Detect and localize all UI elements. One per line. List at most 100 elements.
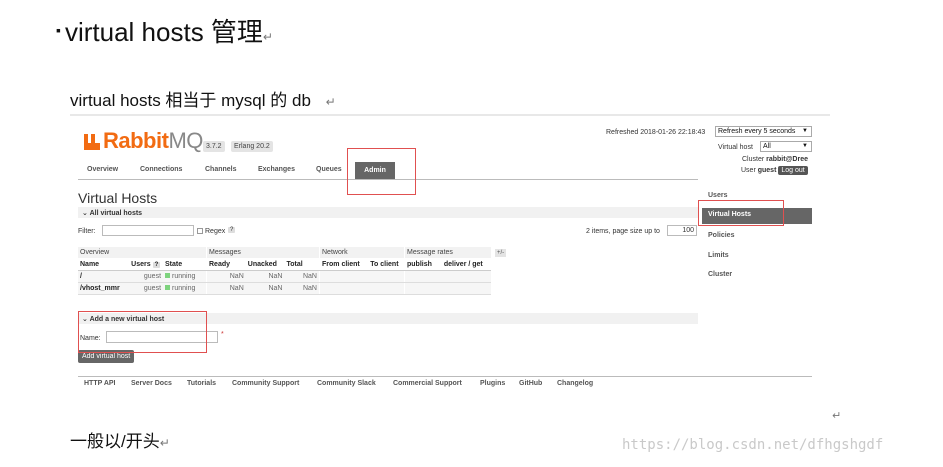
vhost-deliver-get: [441, 282, 491, 295]
footer-link-server-docs[interactable]: Server Docs: [131, 380, 172, 387]
rabbitmq-logo: RabbitMQ.: [84, 128, 209, 154]
col-unacked[interactable]: Unacked: [245, 258, 285, 271]
status-badge: [165, 273, 171, 278]
filter-label: Filter:: [78, 228, 96, 235]
vhost-select[interactable]: All ▼: [760, 141, 812, 152]
add-highlight-box: [78, 311, 207, 353]
required-marker: *: [221, 331, 224, 338]
footer-link-plugins[interactable]: Plugins: [480, 380, 505, 387]
filter-input[interactable]: [102, 225, 194, 236]
group-message-rates: Message rates: [404, 247, 491, 259]
col-from-client[interactable]: From client: [319, 258, 369, 271]
vhost-total: NaN: [284, 282, 320, 295]
footer-link-tutorials[interactable]: Tutorials: [187, 380, 216, 387]
refresh-interval-select[interactable]: Refresh every 5 seconds ▼: [715, 126, 812, 137]
rabbit-logo-icon: [84, 134, 100, 150]
chevron-down-icon: ▼: [802, 128, 808, 134]
vhost-to-client: [368, 282, 405, 295]
col-users: Users ?: [129, 258, 164, 271]
vhost-name-link[interactable]: /vhost_mmr: [78, 282, 130, 295]
heading-text: virtual hosts 管理: [64, 17, 263, 47]
chevron-down-icon: ▼: [802, 143, 808, 149]
version-badge: 3.7.2: [203, 141, 225, 152]
footer-divider: [78, 376, 812, 377]
footer-link-community-support[interactable]: Community Support: [232, 380, 299, 387]
logo-main-text: Rabbit: [103, 128, 169, 153]
chevron-down-icon: ⌄: [82, 210, 88, 217]
regex-checkbox[interactable]: [197, 228, 203, 234]
vhost-state: running: [163, 270, 207, 283]
vhosts-table: Overview Messages Network Message rates …: [78, 247, 509, 295]
user-info: User guest Log out: [741, 166, 808, 175]
vhost-label: Virtual host: [718, 144, 753, 151]
regex-label: Regex: [205, 228, 226, 235]
page-title: Virtual Hosts: [78, 190, 158, 206]
vhost-state: running: [163, 282, 207, 295]
columns-toggle-button[interactable]: +/-: [495, 249, 507, 257]
sidebar-item-limits[interactable]: Limits: [708, 252, 729, 259]
footer-note: 一般以/开头↵: [70, 427, 170, 452]
footer-link-commercial-support[interactable]: Commercial Support: [393, 380, 462, 387]
vhost-total: NaN: [284, 270, 320, 283]
group-messages: Messages: [206, 247, 320, 259]
help-icon[interactable]: ?: [152, 262, 161, 268]
footer-link-github[interactable]: GitHub: [519, 380, 542, 387]
footer-link-changelog[interactable]: Changelog: [557, 380, 593, 387]
sidebar-item-cluster[interactable]: Cluster: [708, 271, 732, 278]
vhost-deliver-get: [441, 270, 491, 283]
refreshed-timestamp: Refreshed 2018-01-26 22:18:43: [606, 129, 706, 136]
table-row: / guest running NaN NaN NaN: [78, 270, 509, 283]
section-header-bar[interactable]: [78, 207, 698, 218]
table-row: /vhost_mmr guest running NaN NaN NaN: [78, 282, 509, 295]
vhost-from-client: [319, 282, 369, 295]
logout-button[interactable]: Log out: [778, 166, 808, 175]
sidebar-item-users[interactable]: Users: [708, 192, 727, 199]
paragraph-mark-icon: ↵: [159, 436, 170, 450]
vhost-publish: [403, 282, 442, 295]
footer-link-community-slack[interactable]: Community Slack: [317, 380, 376, 387]
vhost-unacked: NaN: [245, 282, 285, 295]
status-badge: [165, 285, 171, 290]
vhost-to-client: [368, 270, 405, 283]
tab-overview[interactable]: Overview: [87, 166, 118, 180]
vhost-publish: [403, 270, 442, 283]
section-all-vhosts[interactable]: ⌄ All virtual hosts: [82, 209, 142, 217]
subtitle-text: virtual hosts 相当于 mysql 的 db ↵: [70, 86, 336, 111]
vhost-unacked: NaN: [245, 270, 285, 283]
erlang-badge: Erlang 20.2: [231, 141, 273, 152]
group-overview: Overview: [78, 247, 207, 259]
cluster-info: Cluster rabbit@Dree: [742, 156, 808, 163]
footer-note-text: 一般以/开头: [70, 432, 160, 451]
vhost-from-client: [319, 270, 369, 283]
regex-help-icon[interactable]: ?: [228, 227, 236, 233]
screenshot-top-border: [70, 114, 830, 116]
tab-connections[interactable]: Connections: [140, 166, 182, 180]
tab-queues[interactable]: Queues: [316, 166, 342, 180]
paragraph-mark-icon: ↵: [262, 30, 273, 44]
vhost-users: guest: [129, 282, 164, 295]
col-ready[interactable]: Ready: [205, 258, 246, 271]
sidebar-highlight-box: [698, 200, 784, 226]
vhost-ready: NaN: [205, 270, 246, 283]
bullet-icon: ▪: [56, 22, 61, 38]
col-total[interactable]: Total: [284, 258, 320, 271]
tab-channels[interactable]: Channels: [205, 166, 237, 180]
admin-highlight-box: [347, 148, 416, 195]
vhost-users: guest: [129, 270, 164, 283]
col-state[interactable]: State: [163, 258, 207, 271]
subtitle-label: virtual hosts 相当于 mysql 的 db: [70, 91, 311, 110]
sidebar-item-policies[interactable]: Policies: [708, 232, 734, 239]
pagination-text: 2 items, page size up to: [586, 228, 660, 235]
footer-link-http-api[interactable]: HTTP API: [84, 380, 116, 387]
paragraph-mark-icon: ↵: [832, 410, 842, 422]
col-name[interactable]: Name: [78, 258, 130, 271]
page-size-input[interactable]: 100: [667, 225, 697, 236]
group-network: Network: [319, 247, 405, 259]
watermark-text: https://blog.csdn.net/dfhgshgdf: [622, 437, 884, 453]
tab-exchanges[interactable]: Exchanges: [258, 166, 295, 180]
col-deliver-get[interactable]: deliver / get: [441, 258, 491, 271]
vhost-name-link[interactable]: /: [78, 270, 130, 283]
col-to-client[interactable]: To client: [368, 258, 405, 271]
paragraph-mark-icon: ↵: [325, 95, 336, 109]
col-publish[interactable]: publish: [403, 258, 442, 271]
